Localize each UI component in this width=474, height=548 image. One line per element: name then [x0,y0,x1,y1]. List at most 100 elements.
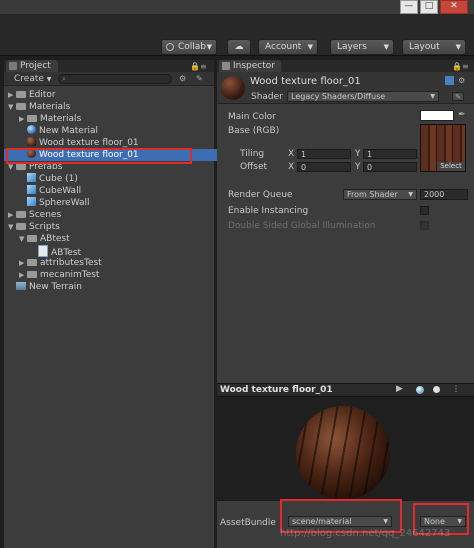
tree-item-mecanimtest[interactable]: ▶ mecanimTest [8,269,214,281]
chevron-down-icon: ▼ [430,93,435,100]
folder-icon [16,223,26,230]
minimize-button[interactable]: — [400,0,418,14]
layout-button[interactable]: Layout ▼ [402,39,466,55]
tree-item-scripts[interactable]: ▼ Scripts [8,221,214,233]
folder-icon [16,103,26,110]
base-rgb-label: Base (RGB) [228,126,280,136]
offset-x-label: X [288,162,295,172]
tree-item-label: Editor [29,90,56,100]
offset-y-field[interactable]: 0 [363,162,417,172]
inspector-title: Wood texture floor_01 [250,76,361,87]
maximize-button[interactable]: □ [420,0,438,14]
collapse-arrow-icon[interactable]: ▼ [19,233,27,245]
tree-item-spherewall[interactable]: SphereWall [8,197,214,209]
texture-icon [27,137,36,146]
tab-inspector-label: Inspector [233,61,275,71]
preview-menu-icon[interactable]: ⋮ [452,384,460,393]
folder-icon [27,115,37,122]
prefab-cube-icon [27,185,36,194]
cloud-button[interactable]: ☁ [227,39,251,55]
tree-item-abtest-folder[interactable]: ▼ ABtest [8,233,214,245]
collab-button[interactable]: Collab ▼ [161,39,217,55]
tree-item-label: Wood texture floor_01 [39,138,139,148]
project-tree: ▶ Editor ▼ Materials ▶ Materials New Materi… [4,89,233,293]
tree-item-label: New Material [39,126,99,136]
tree-item-cube-1[interactable]: Cube (1) [8,173,214,185]
tree-item-editor[interactable]: ▶ Editor [8,89,214,101]
eyedropper-icon[interactable]: ✒ [458,110,468,121]
project-search-input[interactable]: ⌕ [58,74,172,84]
create-dropdown[interactable]: Create ▼ [14,74,51,84]
main-color-swatch[interactable] [420,110,454,121]
tree-item-label: Scenes [29,210,62,220]
cloud-icon: ☁ [234,42,244,52]
tiling-y-label: Y [355,149,361,159]
tiling-x-label: X [288,149,295,159]
expand-arrow-icon[interactable]: ▶ [19,113,27,125]
expand-arrow-icon[interactable]: ▶ [8,209,16,221]
search-icon: ⌕ [62,75,66,83]
panel-menu-icon[interactable]: 🔒≡ [452,62,472,71]
chevron-down-icon: ▼ [455,43,461,51]
render-queue-value-field[interactable]: 2000 [420,189,468,200]
highlight-box-selected-item [6,148,192,164]
shader-dropdown[interactable]: Legacy Shaders/Diffuse ▼ [287,91,439,102]
inspector-tab-icon [222,62,230,70]
render-queue-mode-dropdown[interactable]: From Shader ▼ [343,189,417,200]
offset-y-label: Y [355,162,361,172]
account-label: Account [265,42,302,52]
layout-label: Layout [409,42,440,52]
preview-sphere-icon[interactable] [416,386,424,394]
collapse-arrow-icon[interactable]: ▼ [8,221,16,233]
tree-item-scenes[interactable]: ▶ Scenes [8,209,214,221]
create-label: Create [14,74,44,84]
layers-button[interactable]: Layers ▼ [330,39,394,55]
texture-slot-thumbnail[interactable]: Select [420,124,466,172]
watermark-text: http://blog.csdn.net/qq_24642743 [280,528,451,539]
expand-arrow-icon[interactable]: ▶ [19,257,27,269]
expand-arrow-icon[interactable]: ▶ [19,269,27,281]
tiling-label: Tiling [240,149,265,159]
offset-label: Offset [240,162,268,172]
chevron-down-icon: ▼ [383,43,389,51]
tag-icon[interactable]: ✎ [196,74,205,83]
tree-item-label: CubeWall [39,186,82,196]
tree-item-attributestest[interactable]: ▶ attributesTest [8,257,214,269]
tree-item-materials-sub[interactable]: ▶ Materials [8,113,214,125]
tree-item-new-terrain[interactable]: New Terrain [8,281,214,293]
window-controls: — □ ✕ [400,0,468,14]
script-icon [38,245,48,257]
filter-icon[interactable]: ⚙ [179,74,188,83]
folder-icon [27,271,37,278]
play-icon[interactable]: ▶ [396,384,403,394]
material-sphere-icon [27,125,36,134]
offset-x-field[interactable]: 0 [297,162,351,172]
preview-light-icon[interactable] [433,386,440,393]
assetbundle-label: AssetBundle [220,518,276,528]
tiling-y-field[interactable]: 1 [363,149,417,159]
tree-item-cubewall[interactable]: CubeWall [8,185,214,197]
panel-menu-icon[interactable]: 🔒≡ [190,62,210,71]
tab-inspector[interactable]: Inspector [219,60,281,72]
tiling-x-field[interactable]: 1 [297,149,351,159]
close-button[interactable]: ✕ [440,0,468,14]
collapse-arrow-icon[interactable]: ▼ [8,101,16,113]
shader-label: Shader [251,92,283,102]
terrain-icon [16,282,26,290]
expand-arrow-icon[interactable]: ▶ [8,89,16,101]
enable-instancing-checkbox[interactable] [420,206,429,215]
double-sided-gi-checkbox[interactable] [420,221,429,230]
tree-item-abtest-script[interactable]: ABTest [8,245,214,258]
tree-item-label: SphereWall [39,198,90,208]
tree-item-new-material[interactable]: New Material [8,125,214,137]
settings-gear-icon[interactable]: ⚙ [458,76,467,85]
tab-project[interactable]: Project [6,60,58,72]
tree-item-materials[interactable]: ▼ Materials [8,101,214,113]
account-button[interactable]: Account ▼ [258,39,318,55]
tree-item-label: Materials [29,102,71,112]
texture-select-button[interactable]: Select [437,162,465,171]
edit-button[interactable]: ✎ [452,92,464,101]
tree-item-label: mecanimTest [40,270,100,280]
folder-icon [16,211,26,218]
help-book-icon[interactable] [445,76,454,85]
